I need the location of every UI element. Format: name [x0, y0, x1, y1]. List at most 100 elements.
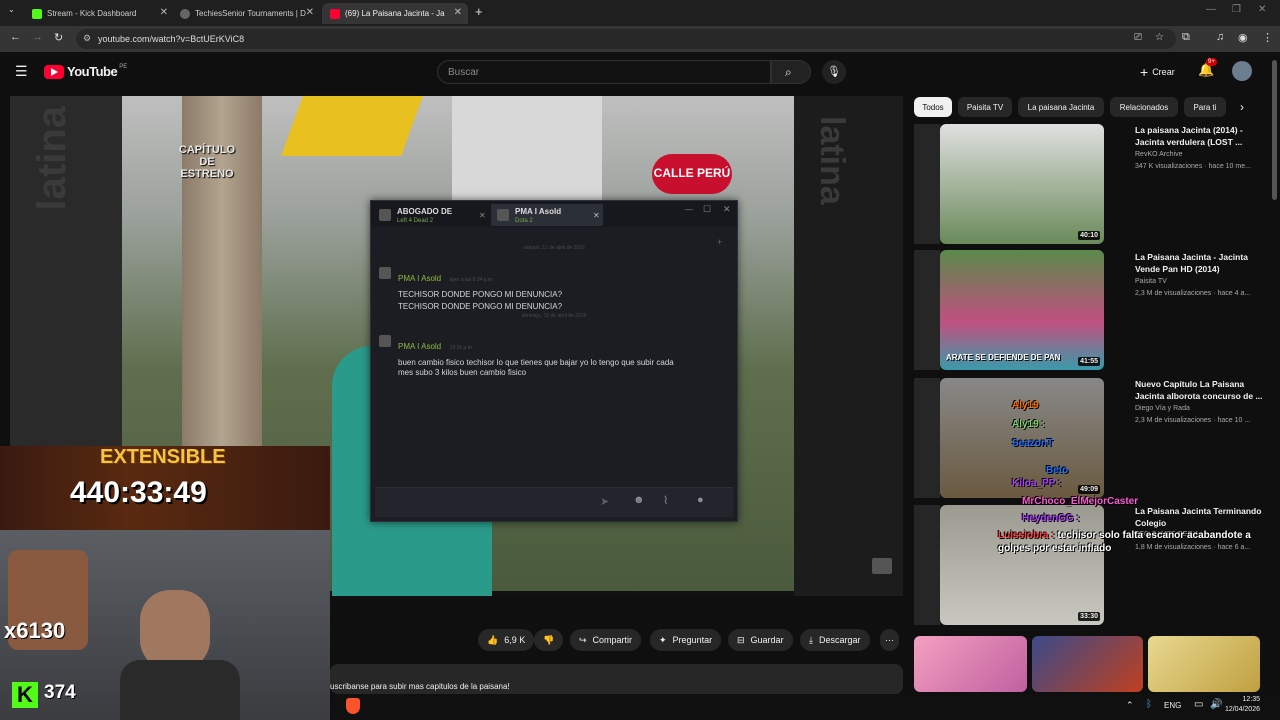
- dislike-button[interactable]: 👎: [534, 629, 564, 651]
- tab-title: TechiesSenior Tournaments | D: [195, 9, 306, 18]
- close-tab-icon[interactable]: ✕: [454, 7, 462, 18]
- close-window-icon[interactable]: ✕: [1258, 4, 1266, 15]
- related-video-title[interactable]: La paisana Jacinta (2014) - Jacinta verdu…: [1135, 124, 1265, 148]
- reload-icon[interactable]: ↻: [54, 31, 63, 44]
- region-code: PE: [119, 63, 128, 70]
- message-line: mes subo 3 kilos buen cambio fisico: [398, 368, 527, 377]
- chat-user: Luissiobra :: [998, 530, 1055, 541]
- chip-related[interactable]: Relacionados: [1110, 97, 1178, 117]
- add-friend-icon[interactable]: +: [717, 237, 722, 247]
- media-controls-icon[interactable]: ♫: [1216, 31, 1224, 43]
- url-omnibox[interactable]: ⚙ youtube.com/watch?v=BctUErKViC8 ⎚ ☆: [76, 29, 1176, 49]
- taskbar-date[interactable]: 12/04/2026: [1218, 706, 1260, 713]
- chat-message: PMA I Asold 12:35 p.m. buen cambio fisic…: [398, 336, 728, 377]
- subathon-timer: 440:33:49: [70, 476, 207, 509]
- date-separator: sábado, 11 de abril de 2026: [523, 245, 585, 251]
- new-tab-icon[interactable]: +: [475, 4, 483, 19]
- youtube-logo[interactable]: YouTube PE: [44, 64, 127, 79]
- close-tab-icon[interactable]: ✕: [306, 7, 314, 18]
- maximize-chat-icon[interactable]: ☐: [703, 204, 711, 215]
- notifications-button[interactable]: 🔔 9+: [1198, 58, 1217, 78]
- friend-avatar: [379, 209, 391, 221]
- description-box[interactable]: uscribanse para subir mas capitulos de l…: [330, 664, 903, 694]
- chat-tab-pma-asold[interactable]: PMA I Asold Dota 2 ✕: [491, 204, 603, 226]
- send-icon[interactable]: ➤: [600, 495, 609, 508]
- more-actions-button[interactable]: ⋯: [880, 629, 899, 651]
- chip-paisita-tv[interactable]: Paisita TV: [958, 97, 1012, 117]
- chat-tab-abogado[interactable]: ABOGADO DE Left 4 Dead 2 ✕: [377, 204, 487, 226]
- like-button[interactable]: 👍 6,9 K: [478, 629, 535, 651]
- tab-kick-dashboard[interactable]: Stream - Kick Dashboard ✕: [24, 3, 174, 24]
- related-video-title[interactable]: Nuevo Capítulo La Paisana Jacinta alborot…: [1135, 378, 1265, 402]
- voice-icon[interactable]: ●: [697, 494, 704, 506]
- chat-user: Beto: [1046, 465, 1069, 476]
- tab-search-chevron-icon[interactable]: ⌄: [8, 5, 15, 14]
- chip-all[interactable]: Todos: [914, 97, 952, 117]
- voice-search-button[interactable]: 🎙: [822, 60, 846, 84]
- site-info-icon[interactable]: ⚙: [83, 33, 91, 44]
- page-scrollbar[interactable]: [1272, 60, 1277, 200]
- chip-for-you[interactable]: Para ti: [1184, 97, 1226, 117]
- close-chat-tab-icon[interactable]: ✕: [479, 211, 486, 220]
- plus-icon: +: [1140, 64, 1149, 80]
- extensions-icon[interactable]: ⧉: [1182, 31, 1190, 44]
- short-thumbnail[interactable]: [1032, 636, 1143, 692]
- related-video-title[interactable]: La Paisana Jacinta - Jacinta Vende Pan HD…: [1135, 251, 1265, 275]
- globe-favicon-icon: [180, 8, 190, 19]
- profile-icon[interactable]: ◉: [1238, 31, 1248, 44]
- brave-browser-icon[interactable]: [346, 698, 360, 714]
- share-icon: ↪: [579, 634, 587, 645]
- chat-user: HeydenGG :: [1022, 513, 1080, 524]
- monitor-icon[interactable]: ▭: [1194, 699, 1203, 710]
- minimize-chat-icon[interactable]: —: [685, 205, 693, 214]
- short-thumbnail[interactable]: [1148, 636, 1260, 692]
- related-channel[interactable]: RevKO Archive: [1135, 151, 1182, 158]
- tab-title: Stream - Kick Dashboard: [47, 9, 137, 18]
- search-button[interactable]: ⌕: [771, 60, 811, 84]
- taskbar-time[interactable]: 12:35: [1226, 696, 1260, 703]
- maximize-window-icon[interactable]: ❐: [1232, 4, 1241, 15]
- bluetooth-icon[interactable]: ᛒ: [1146, 699, 1152, 710]
- message-line: buen cambio fisico techisor lo que tiene…: [398, 358, 674, 367]
- chevron-right-icon[interactable]: ›: [1240, 100, 1244, 114]
- create-button[interactable]: + Crear: [1132, 60, 1183, 84]
- miniplayer-icon[interactable]: [872, 558, 892, 574]
- share-button[interactable]: ↪ Compartir: [570, 629, 642, 651]
- close-tab-icon[interactable]: ✕: [160, 7, 168, 18]
- chip-la-paisana-jacinta[interactable]: La paisana Jacinta: [1018, 97, 1104, 117]
- youtube-logo-text: YouTube: [67, 64, 118, 79]
- related-channel[interactable]: Paisita TV: [1135, 278, 1167, 285]
- youtube-favicon-icon: [330, 8, 340, 19]
- attach-icon[interactable]: ⌇: [663, 494, 668, 507]
- related-thumbnail[interactable]: 40:10: [940, 124, 1104, 244]
- emoji-icon[interactable]: ☻: [633, 494, 645, 506]
- minimize-window-icon[interactable]: —: [1206, 4, 1216, 15]
- back-arrow-icon[interactable]: ←: [10, 31, 21, 43]
- tab-techies-tournaments[interactable]: TechiesSenior Tournaments | D ✕: [172, 3, 320, 24]
- download-button[interactable]: ⤓ Descargar: [800, 629, 870, 651]
- latina-watermark-left: latina: [30, 106, 74, 211]
- search-input[interactable]: Buscar: [437, 60, 771, 84]
- tray-chevron-icon[interactable]: ⌃: [1126, 700, 1134, 711]
- yellow-sign: [281, 96, 423, 156]
- message-time: 12:35 p.m.: [449, 345, 474, 351]
- close-chat-icon[interactable]: ✕: [723, 204, 731, 215]
- video-right-bar: latina: [794, 96, 903, 596]
- download-icon: ⤓: [809, 634, 813, 645]
- short-thumbnail[interactable]: [914, 636, 1027, 692]
- language-indicator[interactable]: ENG: [1164, 701, 1181, 710]
- ask-button[interactable]: ✦ Preguntar: [650, 629, 722, 651]
- timer-banner: EXTENSIBLE: [100, 446, 226, 468]
- account-avatar[interactable]: [1232, 61, 1252, 81]
- browser-menu-icon[interactable]: ⋮: [1262, 31, 1273, 44]
- tab-youtube-paisana[interactable]: (69) La Paisana Jacinta - Ja ✕: [322, 3, 468, 24]
- cast-icon[interactable]: ⎚: [1134, 32, 1142, 43]
- chat-message-input[interactable]: ➤ ☻ ⌇ ●: [375, 487, 733, 517]
- hamburger-menu-icon[interactable]: ☰: [15, 63, 28, 80]
- save-button[interactable]: ⊟ Guardar: [728, 629, 793, 651]
- bookmark-star-icon[interactable]: ☆: [1155, 32, 1164, 43]
- related-thumbnail[interactable]: ARATE SE DEFIENDE DE PAN 41:55: [940, 250, 1104, 370]
- close-chat-tab-icon[interactable]: ✕: [593, 211, 600, 220]
- forward-arrow-icon[interactable]: →: [32, 31, 43, 43]
- message-line: TECHISOR DONDE PONGO MI DENUNCIA?: [398, 302, 563, 311]
